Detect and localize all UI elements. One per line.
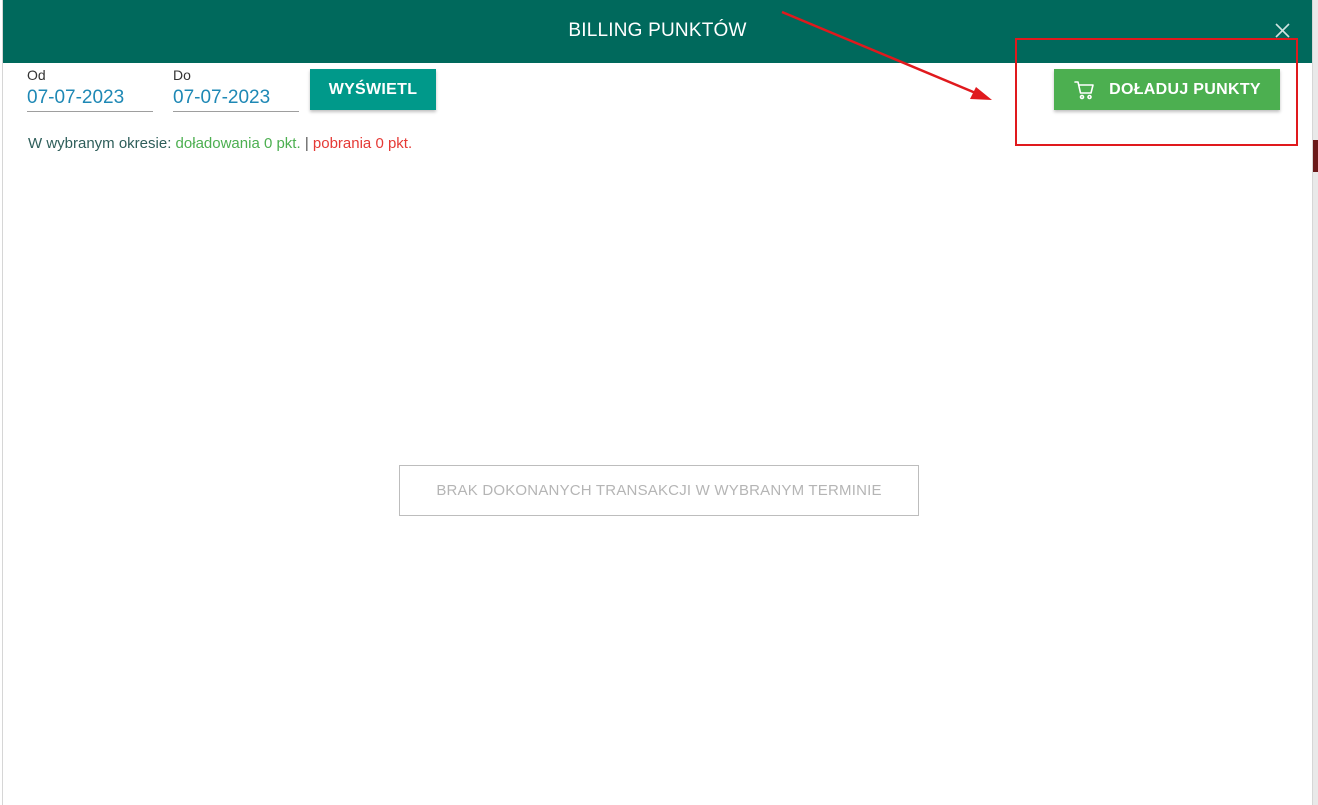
period-summary: W wybranym okresie: doładowania 0 pkt. |…: [28, 135, 412, 152]
date-from-field[interactable]: Od 07-07-2023: [27, 66, 153, 112]
empty-state-message: BRAK DOKONANYCH TRANSAKCJI W WYBRANYM TE…: [399, 465, 919, 516]
date-to-field[interactable]: Do 07-07-2023: [173, 66, 299, 112]
billing-dialog: BILLING PUNKTÓW Od 07-07-2023 Do 07-07-2…: [2, 0, 1313, 805]
date-from-label: Od: [27, 67, 46, 83]
date-from-input[interactable]: 07-07-2023: [27, 87, 153, 112]
date-to-label: Do: [173, 67, 191, 83]
background-page-edge: [1313, 0, 1318, 805]
summary-separator: |: [304, 135, 309, 152]
summary-withdrawals: pobrania 0 pkt.: [312, 135, 413, 152]
summary-prefix: W wybranym okresie:: [28, 135, 172, 152]
date-to-input[interactable]: 07-07-2023: [173, 87, 299, 112]
annotation-highlight-box: [1015, 38, 1298, 146]
show-button[interactable]: WYŚWIETL: [310, 69, 436, 110]
summary-topups: doładowania 0 pkt.: [175, 135, 301, 152]
